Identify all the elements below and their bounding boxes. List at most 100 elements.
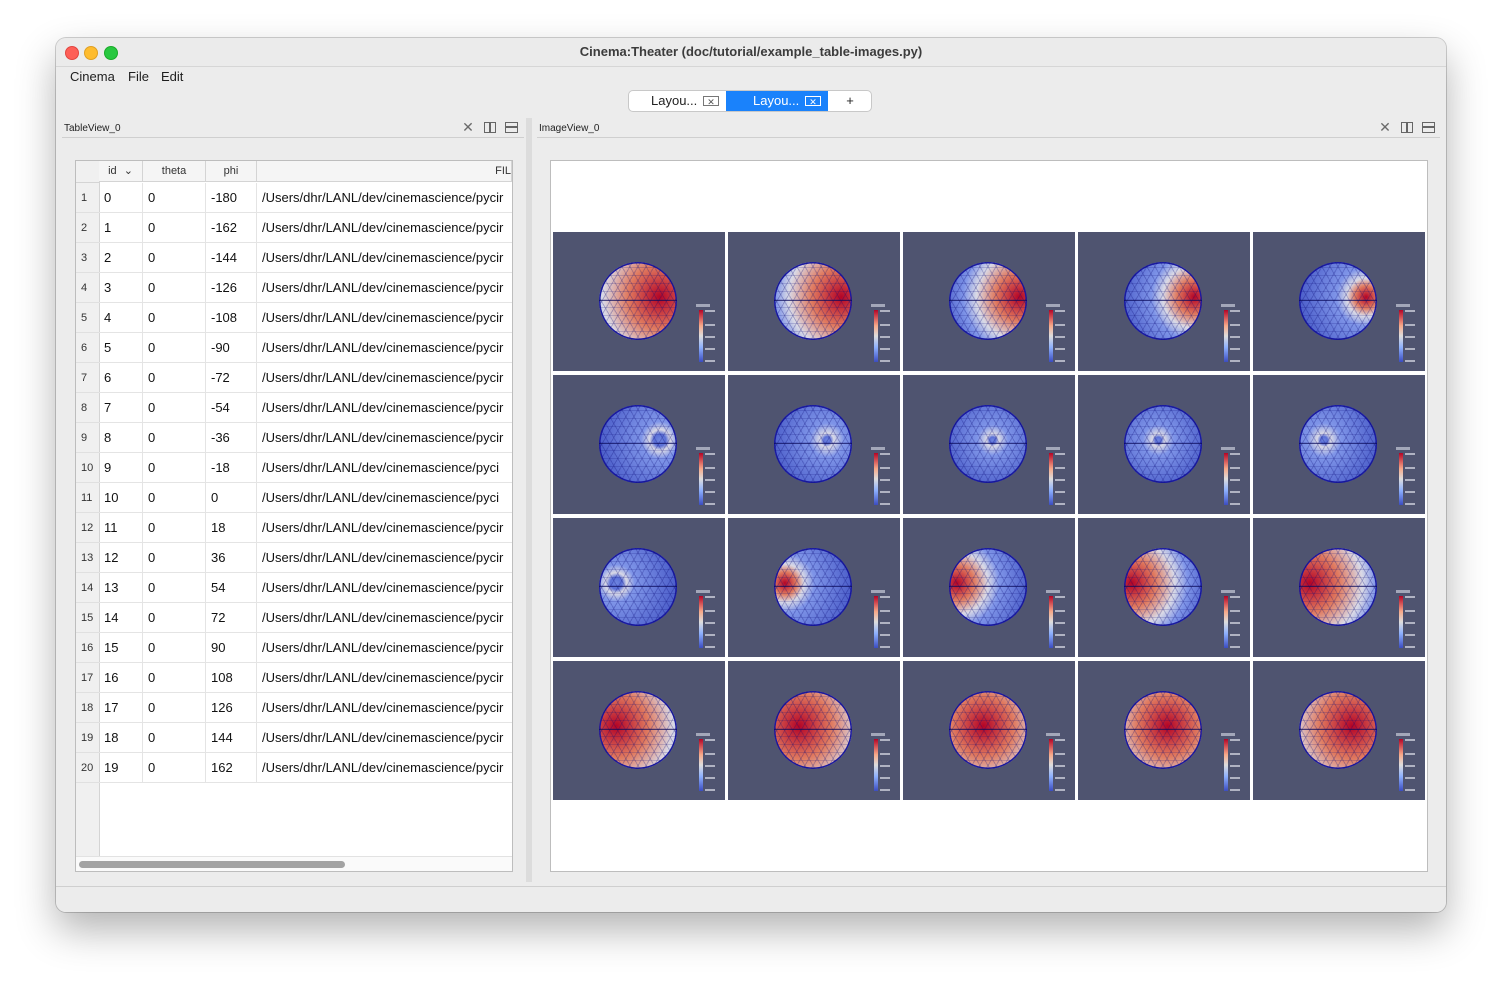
tab-layout-1[interactable]: Layou... ✕ — [629, 91, 725, 111]
colorbar — [699, 310, 703, 362]
tab-label: Layou... — [651, 93, 698, 108]
table-row[interactable]: 2 1 0 -162/Users/dhr/LANL/dev/cinemascience… — [76, 213, 512, 243]
colorbar-title — [1396, 733, 1410, 736]
sphere-render-thumbnail[interactable] — [728, 232, 900, 371]
menu-edit[interactable]: Edit — [161, 69, 183, 84]
tab-close-icon[interactable]: ✕ — [703, 96, 719, 107]
row-number: 6 — [76, 333, 99, 363]
colorbar-tick — [1055, 360, 1065, 362]
horizontal-scrollbar[interactable] — [76, 856, 512, 871]
column-header-file[interactable]: FIL — [257, 161, 512, 182]
table-row[interactable]: 16 15 0 90/Users/dhr/LANL/dev/cinemascience… — [76, 633, 512, 663]
colorbar-tick — [880, 765, 890, 767]
sphere-render-thumbnail[interactable] — [903, 232, 1075, 371]
sphere-render-thumbnail[interactable] — [903, 661, 1075, 800]
table-row[interactable]: 1 0 0 -180/Users/dhr/LANL/dev/cinemascience… — [76, 183, 512, 213]
cell-id: 5 — [99, 333, 143, 363]
panel-splitter[interactable] — [526, 118, 532, 882]
table-row[interactable]: 18 17 0 126/Users/dhr/LANL/dev/cinemascienc… — [76, 693, 512, 723]
table-row[interactable]: 5 4 0 -108/Users/dhr/LANL/dev/cinemascience… — [76, 303, 512, 333]
row-number: 13 — [76, 543, 99, 573]
sphere-render-thumbnail[interactable] — [1253, 375, 1425, 514]
sphere-render-thumbnail[interactable] — [553, 232, 725, 371]
scrollbar-thumb[interactable] — [79, 861, 345, 868]
sphere-render-thumbnail[interactable] — [728, 661, 900, 800]
row-number: 16 — [76, 633, 99, 663]
data-table[interactable]: id ⌄ theta phi FIL 1 0 0 -180/Users/dhr/LAN… — [75, 160, 513, 872]
cell-id: 15 — [99, 633, 143, 663]
image-panel-title: ImageView_0 — [539, 123, 600, 134]
sphere-render-thumbnail[interactable] — [1078, 232, 1250, 371]
menu-cinema[interactable]: Cinema — [70, 69, 115, 84]
column-header-phi[interactable]: phi — [206, 161, 257, 182]
colorbar-tick — [880, 336, 890, 338]
column-header-theta[interactable]: theta — [143, 161, 206, 182]
sphere-render-thumbnail[interactable] — [728, 375, 900, 514]
add-tab-button[interactable]: + — [829, 91, 871, 111]
table-row[interactable]: 20 19 0 162/Users/dhr/LANL/dev/cinemascienc… — [76, 753, 512, 783]
tab-layout-2[interactable]: Layou... ✕ — [726, 91, 828, 111]
sphere-render-thumbnail[interactable] — [1078, 518, 1250, 657]
cell-phi: 54 — [206, 573, 257, 603]
sphere-render-thumbnail[interactable] — [553, 375, 725, 514]
sphere-render-thumbnail[interactable] — [1253, 232, 1425, 371]
colorbar-tick — [880, 634, 890, 636]
cell-phi: -36 — [206, 423, 257, 453]
cell-theta: 0 — [143, 423, 206, 453]
close-icon[interactable]: ✕ — [461, 120, 475, 134]
colorbar — [699, 596, 703, 648]
sphere-render-thumbnail[interactable] — [1253, 661, 1425, 800]
table-row[interactable]: 12 11 0 18/Users/dhr/LANL/dev/cinemascience… — [76, 513, 512, 543]
colorbar-tick — [1055, 479, 1065, 481]
colorbar-tick — [705, 310, 715, 312]
sphere-mesh — [774, 405, 852, 483]
colorbar-tick — [1230, 610, 1240, 612]
tab-close-icon[interactable]: ✕ — [805, 96, 821, 107]
cell-id: 4 — [99, 303, 143, 333]
menu-file[interactable]: File — [128, 69, 149, 84]
table-row[interactable]: 14 13 0 54/Users/dhr/LANL/dev/cinemascience… — [76, 573, 512, 603]
colorbar-tick — [1230, 467, 1240, 469]
table-row[interactable]: 10 9 0 -18/Users/dhr/LANL/dev/cinemascience… — [76, 453, 512, 483]
table-row[interactable]: 6 5 0 -90/Users/dhr/LANL/dev/cinemascience/… — [76, 333, 512, 363]
table-row[interactable]: 8 7 0 -54/Users/dhr/LANL/dev/cinemascience/… — [76, 393, 512, 423]
table-row[interactable]: 17 16 0 108/Users/dhr/LANL/dev/cinemascienc… — [76, 663, 512, 693]
split-vertical-icon[interactable] — [484, 122, 496, 133]
colorbar-tick — [1405, 646, 1415, 648]
sphere-render-thumbnail[interactable] — [553, 518, 725, 657]
table-row[interactable]: 11 10 0 0/Users/dhr/LANL/dev/cinemascience/… — [76, 483, 512, 513]
table-row[interactable]: 7 6 0 -72/Users/dhr/LANL/dev/cinemascience/… — [76, 363, 512, 393]
colorbar-tick — [880, 739, 890, 741]
sphere-render-thumbnail[interactable] — [1078, 375, 1250, 514]
sphere-render-thumbnail[interactable] — [728, 518, 900, 657]
colorbar — [1224, 453, 1228, 505]
row-number: 7 — [76, 363, 99, 393]
sphere-equator — [949, 729, 1027, 730]
split-vertical-icon[interactable] — [1401, 122, 1413, 133]
table-row[interactable]: 3 2 0 -144/Users/dhr/LANL/dev/cinemascience… — [76, 243, 512, 273]
close-icon[interactable]: ✕ — [1378, 120, 1392, 134]
colorbar-title — [1396, 447, 1410, 450]
split-horizontal-icon[interactable] — [1422, 122, 1435, 133]
colorbar-title — [1046, 590, 1060, 593]
column-header-id[interactable]: id ⌄ — [99, 161, 143, 182]
cell-theta: 0 — [143, 603, 206, 633]
colorbar — [1399, 453, 1403, 505]
table-row[interactable]: 9 8 0 -36/Users/dhr/LANL/dev/cinemascience/… — [76, 423, 512, 453]
colorbar-tick — [880, 596, 890, 598]
sphere-render-thumbnail[interactable] — [1078, 661, 1250, 800]
table-row[interactable]: 19 18 0 144/Users/dhr/LANL/dev/cinemascienc… — [76, 723, 512, 753]
colorbar-tick — [1055, 610, 1065, 612]
sphere-mesh — [1299, 262, 1377, 340]
table-row[interactable]: 13 12 0 36/Users/dhr/LANL/dev/cinemascience… — [76, 543, 512, 573]
table-row[interactable]: 15 14 0 72/Users/dhr/LANL/dev/cinemascience… — [76, 603, 512, 633]
sphere-render-thumbnail[interactable] — [1253, 518, 1425, 657]
sphere-image — [1124, 691, 1202, 769]
sphere-render-thumbnail[interactable] — [553, 661, 725, 800]
sphere-render-thumbnail[interactable] — [903, 375, 1075, 514]
colorbar-tick — [1405, 479, 1415, 481]
sphere-render-thumbnail[interactable] — [903, 518, 1075, 657]
split-horizontal-icon[interactable] — [505, 122, 518, 133]
table-row[interactable]: 4 3 0 -126/Users/dhr/LANL/dev/cinemascience… — [76, 273, 512, 303]
sphere-mesh — [1124, 262, 1202, 340]
